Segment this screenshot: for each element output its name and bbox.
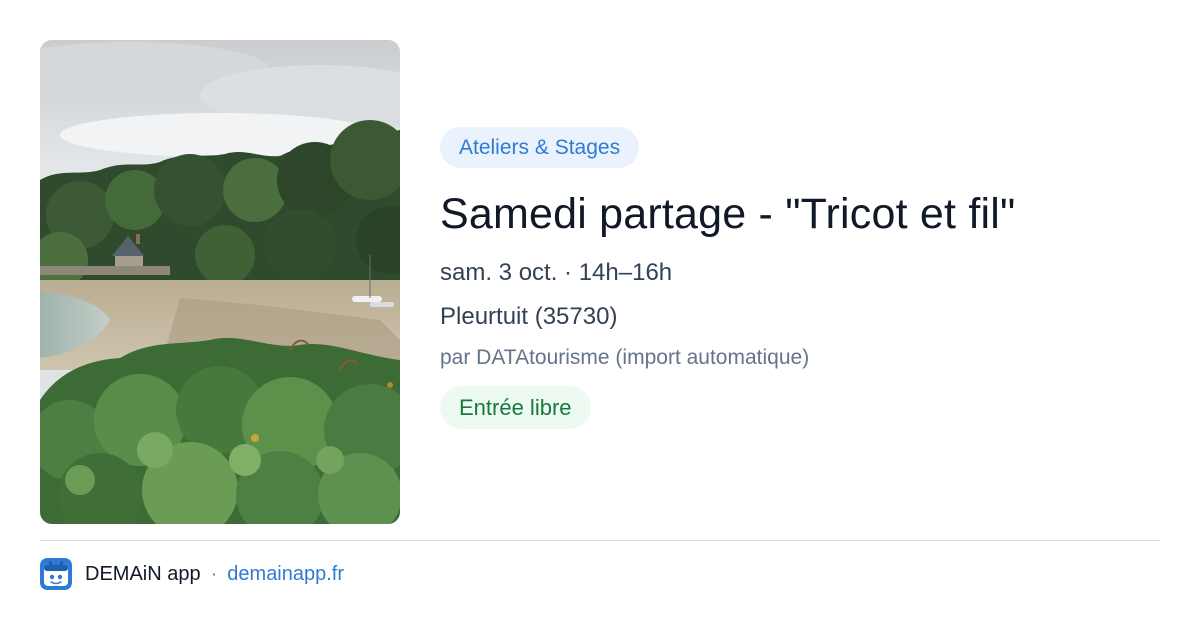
event-info: Ateliers & Stages Samedi partage - "Tric…	[440, 127, 1160, 429]
footer: DEMAiN app · demainapp.fr	[40, 558, 344, 590]
category-badge[interactable]: Ateliers & Stages	[440, 127, 640, 168]
event-datetime: sam. 3 oct. · 14h–16h	[440, 259, 673, 286]
coastal-cove-photo	[40, 40, 400, 524]
footer-separator: ·	[210, 562, 218, 585]
event-source: par DATAtourisme (import automatique)	[440, 346, 810, 369]
event-photo	[40, 40, 400, 524]
demain-app-logo-icon	[40, 558, 72, 590]
app-name: DEMAiN app	[85, 562, 201, 585]
event-location: Pleurtuit (35730)	[440, 303, 618, 330]
event-title[interactable]: Samedi partage - "Tricot et fil"	[440, 188, 1160, 240]
price-badge: Entrée libre	[440, 386, 591, 429]
app-domain-link[interactable]: demainapp.fr	[227, 563, 344, 586]
footer-divider	[40, 540, 1160, 541]
